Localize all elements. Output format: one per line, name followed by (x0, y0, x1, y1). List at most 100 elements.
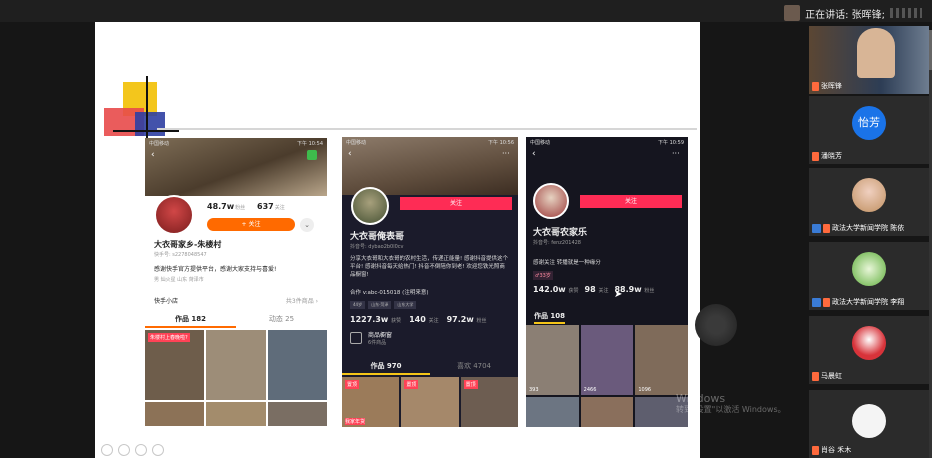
phone-icon (812, 223, 821, 233)
video-thumb[interactable] (580, 397, 634, 427)
participant-tile[interactable]: 肖谷 禾木 (809, 390, 929, 458)
participant-tile[interactable]: 政法大学新闻学院 陈依 (809, 168, 929, 236)
participant-name: 政法大学新闻学院 李翔 (832, 298, 905, 306)
video-thumb[interactable]: 朱楼村上春晚啦? (145, 330, 205, 400)
video-thumb[interactable] (526, 397, 579, 427)
following-stat[interactable]: 140 关注 (409, 315, 439, 324)
back-icon[interactable]: ‹ (532, 149, 536, 159)
slide-control-dot[interactable] (135, 444, 147, 456)
back-icon[interactable]: ‹ (151, 150, 155, 160)
avatar[interactable] (533, 183, 569, 219)
mic-icon (812, 151, 819, 161)
tab-likes[interactable]: 喜欢 4704 (430, 361, 518, 375)
profile-tabs: 作品 970 喜欢 4704 (342, 361, 518, 375)
profile-stats: 1227.3w 获赞 140 关注 97.2w 粉丝 (350, 315, 487, 324)
followers-stat[interactable]: 48.7w粉丝 (207, 202, 245, 211)
shop-window-row[interactable]: 商品橱窗 6件商品 (350, 327, 510, 349)
video-thumb[interactable]: 置顶 (401, 377, 459, 427)
participant-name: 肖谷 禾木 (821, 446, 852, 454)
clock: 下午 10:56 (488, 140, 514, 146)
decor-vline (146, 76, 148, 146)
participant-name: 潘晓芳 (821, 152, 842, 160)
participant-tile[interactable]: 政法大学新闻学院 李翔 (809, 242, 929, 310)
video-thumb[interactable]: 置顶 我家年货 (342, 377, 400, 427)
speaking-indicator: 正在讲话: 张晖锋; (784, 4, 922, 22)
profile-id: 快手号: s2278048547 (154, 252, 207, 258)
chip-school: 山东大学 (394, 301, 417, 309)
view-count: 2466 (583, 387, 597, 393)
title-rule (157, 128, 697, 130)
follow-button[interactable]: + 关注 (207, 218, 295, 231)
avatar (852, 326, 886, 360)
participant-tile[interactable]: 怡芳 潘晓芳 (809, 96, 929, 164)
avatar[interactable] (154, 195, 194, 235)
tab-works[interactable]: 作品 108 (534, 311, 566, 324)
more-icon[interactable]: ··· (672, 149, 680, 158)
video-thumb[interactable] (267, 402, 327, 426)
shared-slide: 中国移动 下午 10:54 ‹ 48.7w粉丝 637关注 + 关注 ⌄ 大衣哥家… (95, 22, 700, 458)
following-stat[interactable]: 637关注 (257, 202, 285, 211)
tab-moments[interactable]: 动态 25 (236, 314, 327, 328)
video-tag: 置顶 (345, 380, 360, 389)
likes-stat[interactable]: 142.0w 获赞 (533, 285, 579, 294)
video-thumb[interactable]: 置顶 (460, 377, 518, 427)
avatar[interactable] (351, 187, 389, 225)
video-thumb[interactable]: 2466 (580, 325, 634, 395)
chip-age: ♂33岁 (533, 271, 553, 280)
profile-tags: 男 灿火星 山东 菏泽市 (154, 277, 204, 283)
avatar (852, 178, 886, 212)
video-thumb[interactable] (206, 330, 266, 400)
tab-works[interactable]: 作品 970 (342, 361, 430, 375)
decor-hline (113, 130, 179, 132)
shop-count: 共3件商品 › (285, 298, 318, 305)
windows-activation-watermark: Windows 转到"设置"以激活 Windows。 (676, 393, 786, 415)
wechat-icon[interactable] (307, 150, 317, 160)
chevron-down-icon[interactable]: ⌄ (300, 218, 314, 232)
participant-name-tag: 马晨虹 (812, 371, 842, 381)
carrier: 中国移动 (346, 140, 367, 146)
likes-stat[interactable]: 1227.3w 获赞 (350, 315, 401, 324)
view-count: 1096 (638, 387, 652, 393)
profile-id: 抖音号: dybao2b0l0cv (350, 244, 404, 250)
video-thumb[interactable]: 1096 (635, 325, 688, 395)
video-thumb[interactable] (267, 330, 327, 400)
follow-button[interactable]: 关注 (400, 197, 512, 210)
slide-control-dot[interactable] (101, 444, 113, 456)
more-icon[interactable]: ··· (502, 149, 510, 158)
shop-row[interactable]: 快手小店 共3件商品 › (154, 296, 318, 305)
slide-control-dot[interactable] (152, 444, 164, 456)
following-label: 关注 (428, 318, 439, 324)
followers-stat[interactable]: 97.2w 粉丝 (447, 315, 487, 324)
shop-label: 快手小店 (154, 298, 179, 305)
slide-controls (101, 444, 164, 456)
mic-icon (823, 297, 830, 307)
chip-location: 山东·菏泽 (368, 301, 392, 309)
carrier: 中国移动 (149, 141, 170, 147)
following-count: 98 (584, 285, 596, 294)
following-label: 关注 (598, 288, 609, 294)
follow-button[interactable]: 关注 (580, 195, 682, 208)
likes-label: 获赞 (391, 318, 402, 324)
mic-icon (812, 445, 819, 455)
video-thumb[interactable]: 393 (526, 325, 579, 395)
video-thumb[interactable] (145, 402, 205, 426)
phone-icon (812, 297, 821, 307)
following-stat[interactable]: 98 关注 (585, 285, 609, 294)
clock: 下午 10:54 (297, 141, 323, 147)
video-thumb[interactable] (206, 402, 266, 426)
followers-label: 粉丝 (476, 318, 487, 324)
back-icon[interactable]: ‹ (348, 149, 352, 159)
video-grid: 朱楼村上春晚啦? (145, 330, 327, 426)
video-grid: 置顶 我家年货 置顶 置顶 (342, 377, 518, 427)
slide-control-dot[interactable] (118, 444, 130, 456)
participant-name: 张晖锋 (821, 82, 842, 90)
status-bar: 中国移动 下午 10:54 (145, 138, 327, 147)
profile-bio: 感谢关注 转播就是一种缘分 (533, 260, 601, 266)
profile-name: 大衣哥农家乐 (533, 228, 588, 238)
tab-works[interactable]: 作品 182 (145, 314, 236, 328)
profile-bio: 感谢快手官方提供平台，感谢大家支持与喜爱! (154, 266, 277, 273)
participant-tile[interactable]: 马晨虹 (809, 316, 929, 384)
participant-tile[interactable]: 张晖锋 (809, 26, 929, 94)
participant-name-tag: 潘晓芳 (812, 151, 842, 161)
floating-circle-button[interactable] (695, 304, 737, 346)
